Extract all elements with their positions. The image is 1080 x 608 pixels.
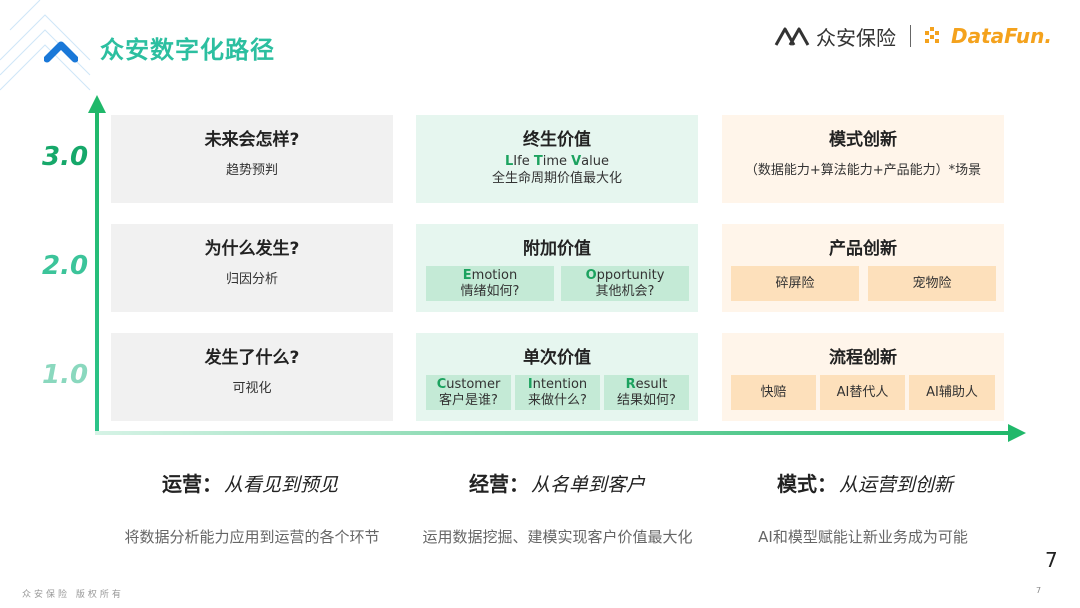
- pill-word: esult: [635, 376, 668, 392]
- pill-ai-assist: AI辅助人: [909, 375, 995, 410]
- zhongan-logo-icon: [774, 27, 810, 46]
- cell-title: 模式创新: [829, 130, 897, 150]
- cell-process-innovation: 流程创新 快赔 AI替代人 AI辅助人: [722, 333, 1004, 421]
- zhongan-logo-text: 众安保险: [816, 25, 897, 50]
- y-label-2: 2.0: [42, 251, 89, 281]
- heading-label: 模式：: [777, 472, 837, 496]
- cell-lifetime-value: 终生价值 LIfe Time Value 全生命周期价值最大化: [416, 115, 698, 203]
- bottom-desc-model: AI和模型赋能让新业务成为可能: [758, 528, 968, 546]
- page-number: 7: [1045, 548, 1058, 572]
- pill-word: ustomer: [446, 376, 501, 392]
- cell-subtitle: （数据能力+算法能力+产品能力）*场景: [744, 163, 982, 178]
- datafun-logo-text: DataFun.: [951, 24, 1052, 48]
- ltv-chinese: 全生命周期价值最大化: [491, 171, 622, 186]
- cell-title: 单次价值: [523, 348, 591, 368]
- bottom-desc-operations: 将数据分析能力应用到运营的各个环节: [124, 528, 380, 546]
- cell-why: 为什么发生? 归因分析: [111, 224, 393, 312]
- word-ife: Ife: [513, 154, 534, 169]
- cell-added-value: 附加价值 Emotion 情绪如何? Opportunity 其他机会?: [416, 224, 698, 312]
- cell-subtitle: LIfe Time Value 全生命周期价值最大化: [416, 153, 698, 187]
- pill-quick-claim: 快赔: [731, 375, 816, 410]
- pill-cn: 情绪如何?: [460, 283, 520, 299]
- word-alue: alue: [581, 154, 609, 169]
- page-title: 众安数字化路径: [100, 36, 275, 64]
- pill-result: Result 结果如何?: [604, 375, 689, 410]
- cell-title: 产品创新: [829, 239, 897, 259]
- cell-title: 流程创新: [829, 348, 897, 368]
- heading-label: 经营：: [469, 472, 529, 496]
- pill-word: ntention: [532, 376, 588, 392]
- header-logos: 众安保险 DataFun.: [774, 20, 1052, 52]
- pill-cn: 结果如何?: [617, 392, 676, 408]
- heading-emphasis: 从看见到预见: [224, 474, 339, 496]
- word-ime: ime: [542, 154, 572, 169]
- cell-title: 未来会怎样?: [204, 130, 300, 150]
- cell-title: 附加价值: [523, 239, 591, 259]
- cell-title: 终生价值: [523, 130, 591, 150]
- cell-title: 为什么发生?: [204, 239, 300, 259]
- y-axis-arrow: [88, 95, 106, 113]
- cell-subtitle: 可视化: [232, 381, 272, 396]
- pill-word: pportunity: [596, 267, 665, 283]
- footer-copyright: 众安保险 版权所有: [22, 590, 124, 600]
- pill-pet-insurance: 宠物险: [868, 266, 996, 301]
- cell-future: 未来会怎样? 趋势预判: [111, 115, 393, 203]
- chevron-up-icon: [44, 41, 78, 63]
- cell-single-value: 单次价值 Customer 客户是谁? Intention 来做什么? Resu…: [416, 333, 698, 421]
- y-axis-line: [95, 110, 99, 434]
- heading-emphasis: 从运营到创新: [839, 474, 954, 496]
- pill-ai-replace: AI替代人: [820, 375, 905, 410]
- pill-initial: R: [625, 376, 636, 392]
- cell-title: 发生了什么?: [204, 348, 300, 368]
- heading-emphasis: 从名单到客户: [531, 474, 646, 496]
- bottom-heading-model: 模式： 从运营到创新: [777, 468, 953, 497]
- datafun-logo: DataFun.: [925, 24, 1052, 48]
- pill-cn: 客户是谁?: [439, 392, 498, 408]
- y-label-3: 3.0: [42, 142, 89, 172]
- pill-intention: Intention 来做什么?: [515, 375, 600, 410]
- pill-customer: Customer 客户是谁?: [426, 375, 511, 410]
- letter-t: T: [533, 154, 543, 169]
- zhongan-logo: 众安保险: [774, 22, 896, 51]
- bottom-heading-operations: 运营： 从看见到预见: [162, 468, 338, 497]
- x-axis-arrow: [1008, 424, 1026, 442]
- y-label-1: 1.0: [42, 360, 89, 390]
- bottom-desc-business: 运用数据挖掘、建模实现客户价值最大化: [422, 528, 693, 546]
- cell-model-innovation: 模式创新 （数据能力+算法能力+产品能力）*场景: [722, 115, 1004, 203]
- x-axis-line: [95, 431, 1013, 435]
- cell-subtitle: 趋势预判: [225, 163, 278, 178]
- ltv-english: LIfe Time Value: [416, 153, 698, 170]
- heading-label: 运营：: [162, 472, 222, 496]
- cell-what: 发生了什么? 可视化: [111, 333, 393, 421]
- page-number-small: 7: [1036, 586, 1042, 595]
- pill-initial: C: [436, 376, 447, 392]
- pill-initial: O: [585, 267, 597, 283]
- pill-screen-insurance: 碎屏险: [731, 266, 859, 301]
- cell-product-innovation: 产品创新 碎屏险 宠物险: [722, 224, 1004, 312]
- logo-divider: [910, 25, 912, 47]
- datafun-logo-icon: [925, 27, 940, 43]
- bottom-heading-business: 经营： 从名单到客户: [469, 468, 645, 497]
- cell-subtitle: 归因分析: [225, 272, 278, 287]
- pill-word: motion: [471, 267, 518, 283]
- pill-cn: 来做什么?: [528, 392, 587, 408]
- pill-cn: 其他机会?: [595, 283, 655, 299]
- pill-opportunity: Opportunity 其他机会?: [561, 266, 689, 301]
- letter-v: V: [571, 154, 582, 169]
- pill-initial: E: [462, 267, 472, 283]
- pill-emotion: Emotion 情绪如何?: [426, 266, 554, 301]
